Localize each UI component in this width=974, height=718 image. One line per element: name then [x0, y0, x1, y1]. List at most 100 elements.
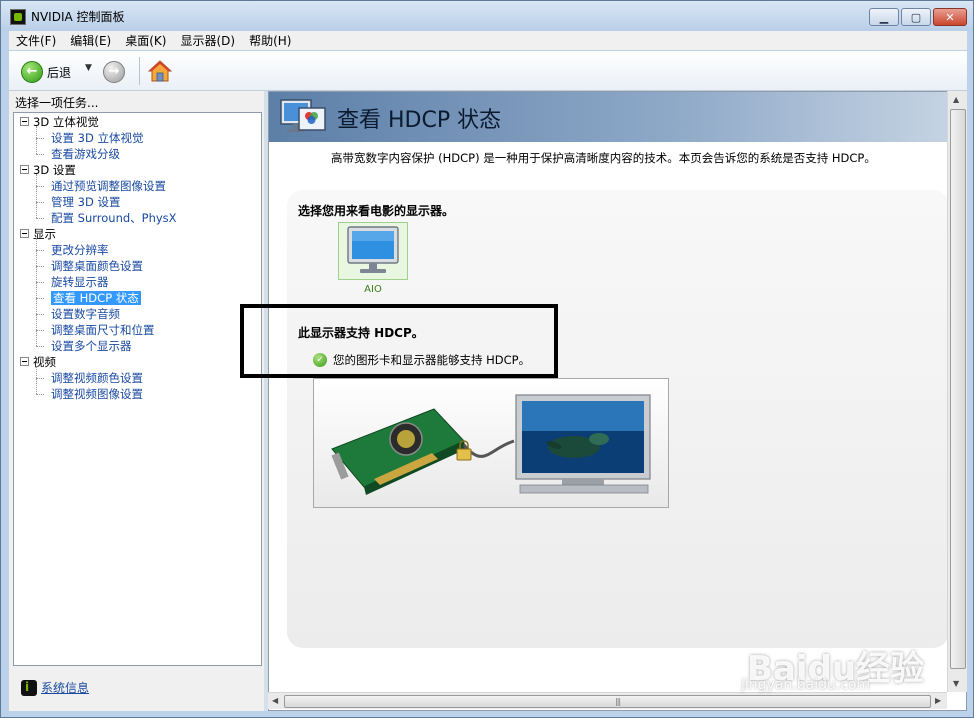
tree-item[interactable]: 设置数字音频 — [51, 306, 120, 322]
tree-item-label: 调整桌面颜色设置 — [51, 259, 143, 273]
forward-arrow-icon[interactable]: → — [103, 61, 125, 83]
collapse-icon[interactable] — [20, 357, 29, 366]
tree-category[interactable]: 3D 立体视觉 — [20, 114, 99, 130]
tree-item-label: 3D 设置 — [33, 163, 76, 177]
scroll-right-icon[interactable]: ▶ — [935, 696, 941, 705]
tree-connector — [36, 346, 44, 347]
tree-category[interactable]: 显示 — [20, 226, 56, 242]
annotation-highlight-box — [240, 304, 558, 378]
tree-connector — [36, 366, 37, 394]
tree-item-label: 3D 立体视觉 — [33, 115, 99, 129]
tree-item[interactable]: 调整桌面颜色设置 — [51, 258, 143, 274]
tree-item-label: 更改分辨率 — [51, 243, 109, 257]
tree-connector — [36, 186, 44, 187]
title-bar[interactable]: NVIDIA 控制面板 ▁ ▢ ✕ — [1, 1, 973, 31]
tree-item-label: 查看游戏分级 — [51, 147, 120, 161]
tree-item[interactable]: 旋转显示器 — [51, 274, 109, 290]
tree-connector — [36, 250, 44, 251]
horizontal-scrollbar[interactable]: ◀ ||| ▶ — [268, 692, 947, 709]
collapse-icon[interactable] — [20, 117, 29, 126]
collapse-icon[interactable] — [20, 165, 29, 174]
tree-connector — [36, 378, 44, 379]
tree-item-label: 设置多个显示器 — [51, 339, 132, 353]
menu-edit[interactable]: 编辑(E) — [63, 32, 118, 49]
scroll-left-icon[interactable]: ◀ — [272, 696, 278, 705]
task-tree: 3D 立体视觉设置 3D 立体视觉 查看游戏分级 3D 设置通过预览调整图像设置 管理… — [13, 112, 262, 666]
tree-item-label: 查看 HDCP 状态 — [51, 291, 141, 305]
tree-item[interactable]: 设置多个显示器 — [51, 338, 132, 354]
task-pane-header: 选择一项任务... — [15, 96, 99, 110]
scroll-up-icon[interactable]: ▲ — [953, 95, 959, 104]
menu-bar: 文件(F) 编辑(E) 桌面(K) 显示器(D) 帮助(H) — [9, 31, 967, 50]
tree-item[interactable]: 调整视频颜色设置 — [51, 370, 143, 386]
tree-item[interactable]: 查看游戏分级 — [51, 146, 120, 162]
toolbar: ← 后退 ▼ → — [9, 51, 967, 91]
tree-item[interactable]: 更改分辨率 — [51, 242, 109, 258]
home-icon[interactable] — [148, 60, 172, 82]
hdcp-illustration — [313, 378, 669, 508]
graphics-card-to-tv-image — [331, 394, 651, 495]
window-title: NVIDIA 控制面板 — [31, 10, 125, 24]
chevron-down-icon[interactable]: ▼ — [85, 63, 92, 73]
tree-connector — [36, 138, 44, 139]
tree-item-label: 配置 Surround、PhysX — [51, 211, 177, 225]
system-info-icon — [21, 679, 37, 696]
monitor-name: AIO — [364, 284, 382, 295]
tree-category[interactable]: 视频 — [20, 354, 56, 370]
tree-item[interactable]: 管理 3D 设置 — [51, 194, 120, 210]
scroll-down-icon[interactable]: ▼ — [953, 679, 959, 688]
tree-item-label: 调整视频颜色设置 — [51, 371, 143, 385]
tree-item[interactable]: 配置 Surround、PhysX — [51, 210, 177, 226]
tree-item-label: 设置 3D 立体视觉 — [51, 131, 144, 145]
tree-item-label: 旋转显示器 — [51, 275, 109, 289]
tree-connector — [36, 218, 44, 219]
tree-item-selected[interactable]: 查看 HDCP 状态 — [51, 290, 141, 306]
tree-connector — [36, 126, 37, 154]
tree-connector — [36, 314, 44, 315]
menu-file[interactable]: 文件(F) — [9, 32, 63, 49]
tree-item[interactable]: 设置 3D 立体视觉 — [51, 130, 143, 146]
tree-item[interactable]: 调整桌面尺寸和位置 — [51, 322, 155, 338]
page-title: 查看 HDCP 状态 — [337, 108, 502, 133]
maximize-button[interactable]: ▢ — [901, 8, 931, 26]
menu-display[interactable]: 显示器(D) — [173, 32, 242, 49]
system-info-link[interactable]: 系统信息 — [21, 679, 89, 696]
task-pane: 选择一项任务... 3D 立体视觉设置 3D 立体视觉 查看游戏分级 3D 设置通过… — [9, 91, 264, 711]
content-pane: 查看 HDCP 状态 高带宽数字内容保护 (HDCP) 是一种用于保护高清晰度内… — [268, 91, 967, 711]
monitor-tile[interactable] — [338, 222, 408, 280]
page-banner: 查看 HDCP 状态 — [269, 92, 949, 142]
tree-item-label: 通过预览调整图像设置 — [51, 179, 166, 193]
monitor-icon — [347, 226, 399, 273]
menu-desktop[interactable]: 桌面(K) — [118, 32, 173, 49]
tree-connector — [36, 174, 37, 218]
tree-category[interactable]: 3D 设置 — [20, 162, 76, 178]
tree-item-label: 管理 3D 设置 — [51, 195, 121, 209]
tree-connector — [36, 154, 44, 155]
vertical-scrollbar[interactable]: ▲ ▼ — [947, 91, 967, 692]
collapse-icon[interactable] — [20, 229, 29, 238]
tree-connector — [36, 394, 44, 395]
tree-item-label: 调整桌面尺寸和位置 — [51, 323, 155, 337]
display-settings-icon — [280, 99, 326, 132]
page-description: 高带宽数字内容保护 (HDCP) 是一种用于保护高清晰度内容的技术。本页会告诉您… — [331, 151, 876, 165]
minimize-button[interactable]: ▁ — [869, 8, 899, 26]
tree-item-label: 调整视频图像设置 — [51, 387, 143, 401]
back-button-label[interactable]: 后退 — [47, 64, 71, 81]
close-button[interactable]: ✕ — [933, 8, 967, 26]
tree-connector — [36, 266, 44, 267]
tree-connector — [36, 202, 44, 203]
horizontal-scroll-thumb[interactable]: ||| — [284, 695, 931, 708]
back-arrow-icon[interactable]: ← — [21, 61, 43, 83]
menu-help[interactable]: 帮助(H) — [242, 32, 298, 49]
vertical-scroll-thumb[interactable] — [950, 109, 966, 669]
tree-connector — [36, 282, 44, 283]
tree-item[interactable]: 调整视频图像设置 — [51, 386, 143, 402]
system-info-label[interactable]: 系统信息 — [41, 679, 89, 696]
app-window: NVIDIA 控制面板 ▁ ▢ ✕ 文件(F) 编辑(E) 桌面(K) 显示器(… — [0, 0, 974, 718]
hdcp-panel: 选择您用来看电影的显示器。 AIO 此显示器支持 HDCP。 ✓ 您的图形卡和显… — [287, 190, 949, 648]
tree-connector — [36, 298, 44, 299]
tree-item-label: 设置数字音频 — [51, 307, 120, 321]
tree-item[interactable]: 通过预览调整图像设置 — [51, 178, 166, 194]
nvidia-logo-icon — [10, 9, 26, 25]
watermark-url: jingyan.baidu.com — [741, 677, 871, 693]
